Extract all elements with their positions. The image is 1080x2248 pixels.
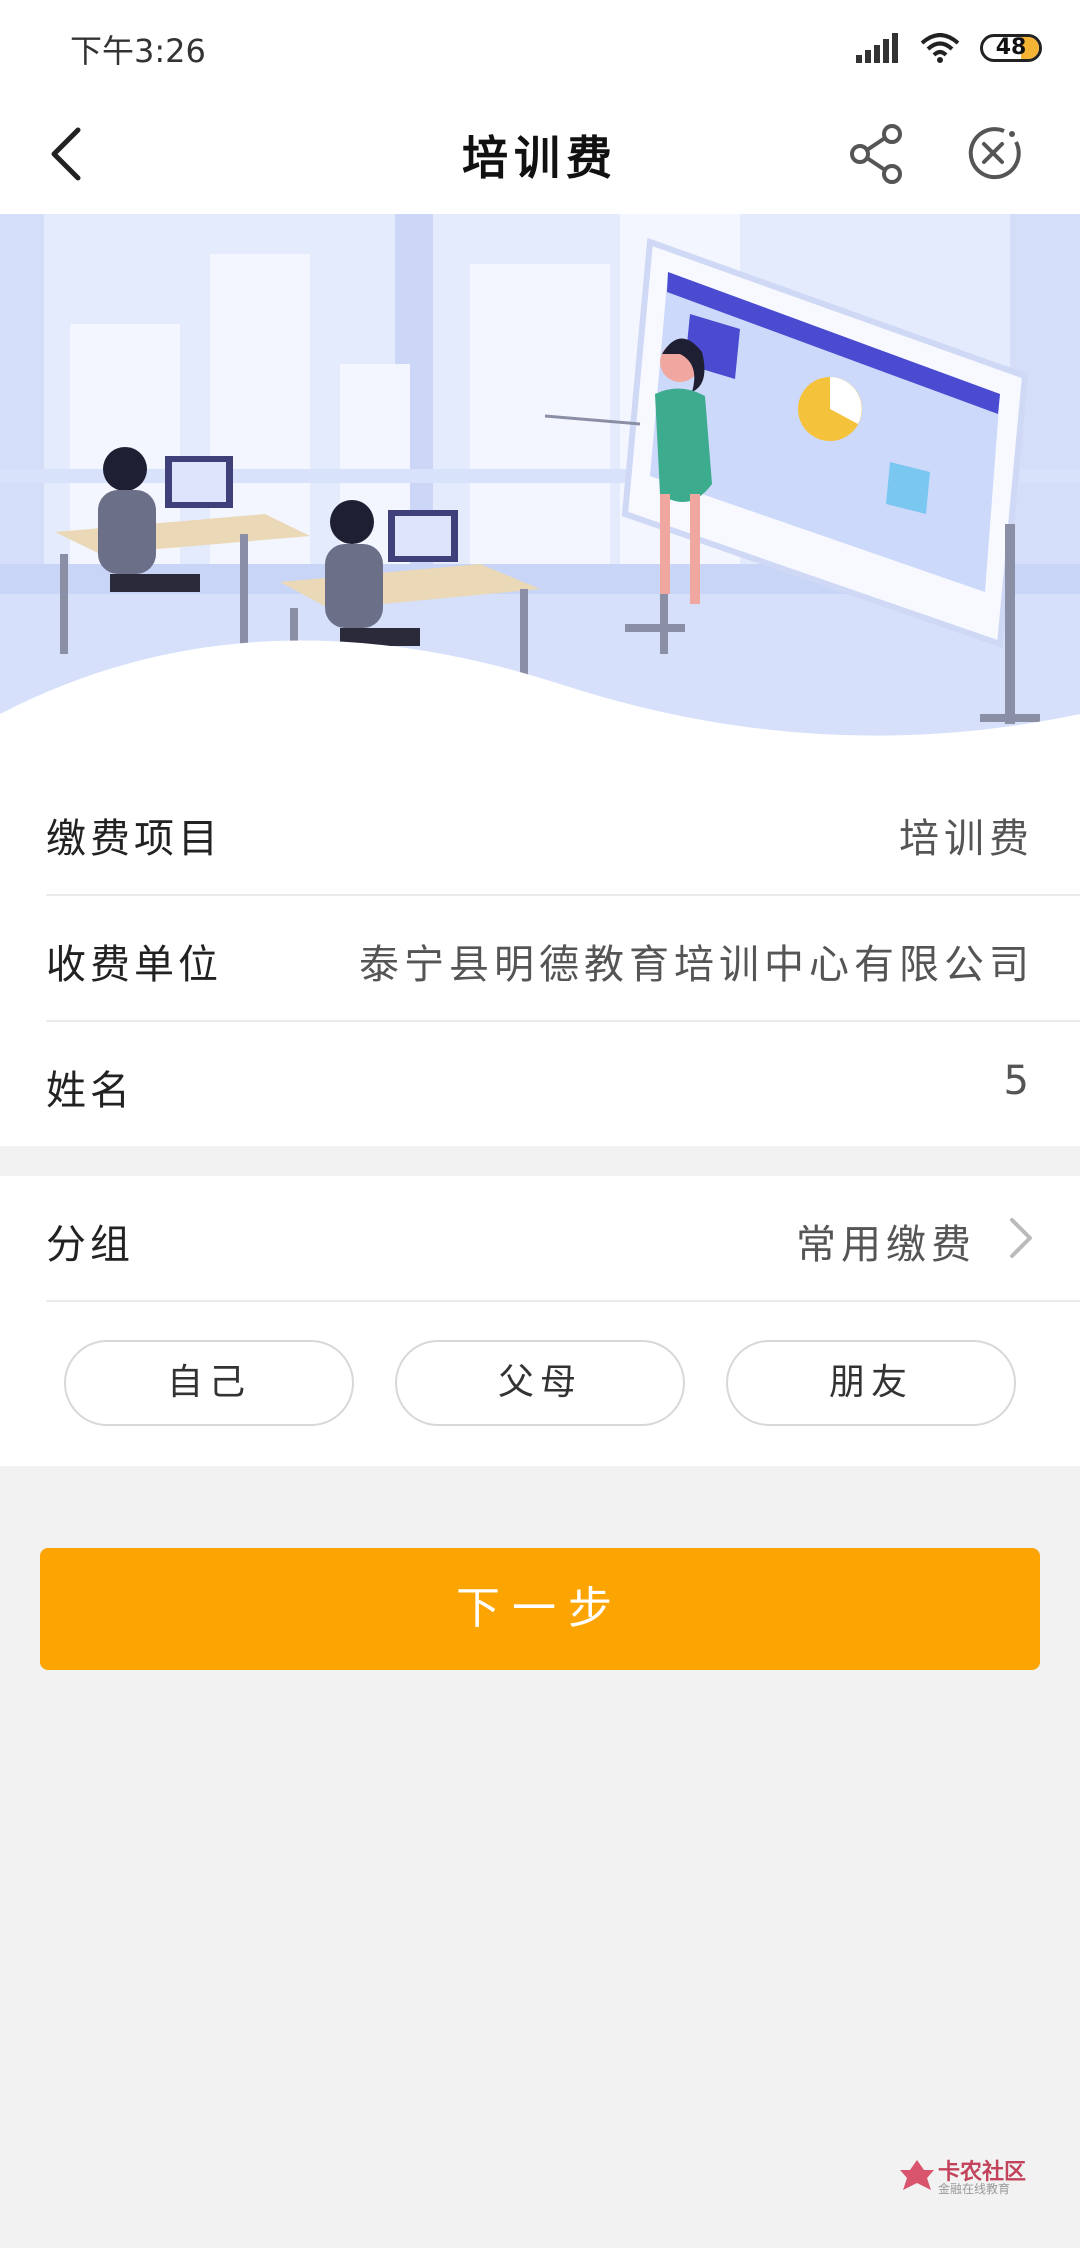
group-option-parents[interactable]: 父母 bbox=[395, 1340, 685, 1426]
watermark: 卡农社区 金融在线教育 bbox=[898, 2154, 1038, 2204]
info-row-label: 姓名 bbox=[46, 1068, 134, 1114]
close-circle-icon[interactable] bbox=[958, 118, 1028, 188]
wifi-icon bbox=[920, 33, 960, 63]
info-row-payee: 收费单位 泰宁县明德教育培训中心有限公司 bbox=[0, 896, 1080, 1022]
group-card: 分组 常用缴费 自己 父母 朋友 bbox=[0, 1176, 1080, 1466]
battery-indicator: 48 bbox=[980, 34, 1042, 62]
share-icon[interactable] bbox=[842, 118, 912, 188]
group-value: 常用缴费 bbox=[796, 1222, 976, 1268]
battery-percent: 48 bbox=[995, 35, 1027, 60]
watermark-subtitle: 金融在线教育 bbox=[938, 2182, 1011, 2196]
group-selector[interactable]: 分组 常用缴费 bbox=[0, 1176, 1080, 1302]
info-row-item: 缴费项目 培训费 bbox=[0, 770, 1080, 896]
group-option-friends[interactable]: 朋友 bbox=[726, 1340, 1016, 1426]
status-bar: 下午3:26 48 bbox=[0, 0, 1080, 92]
banner bbox=[0, 214, 1080, 774]
info-row-value: 培训费 bbox=[899, 816, 1034, 862]
divider bbox=[46, 1300, 1080, 1302]
chevron-right-icon bbox=[1010, 1218, 1032, 1258]
info-row-name: 姓名 5 bbox=[0, 1022, 1080, 1148]
status-time: 下午3:26 bbox=[70, 32, 206, 70]
payment-info-card: 缴费项目 培训费 收费单位 泰宁县明德教育培训中心有限公司 姓名 5 bbox=[0, 770, 1080, 1146]
watermark-logo-icon bbox=[900, 2160, 934, 2190]
info-row-label: 收费单位 bbox=[46, 942, 222, 988]
group-option-self[interactable]: 自己 bbox=[64, 1340, 354, 1426]
group-label: 分组 bbox=[46, 1222, 134, 1268]
status-icons: 48 bbox=[856, 28, 1042, 68]
info-row-value: 泰宁县明德教育培训中心有限公司 bbox=[359, 942, 1034, 988]
info-row-value: 5 bbox=[1003, 1058, 1034, 1104]
training-classroom-illustration bbox=[0, 214, 1080, 774]
page-title: 培训费 bbox=[462, 131, 618, 185]
info-row-label: 缴费项目 bbox=[46, 816, 222, 862]
next-step-button[interactable]: 下一步 bbox=[40, 1548, 1040, 1670]
signal-bars-icon bbox=[856, 33, 898, 63]
nav-bar: 培训费 bbox=[0, 92, 1080, 214]
group-options: 自己 父母 朋友 bbox=[0, 1340, 1080, 1430]
